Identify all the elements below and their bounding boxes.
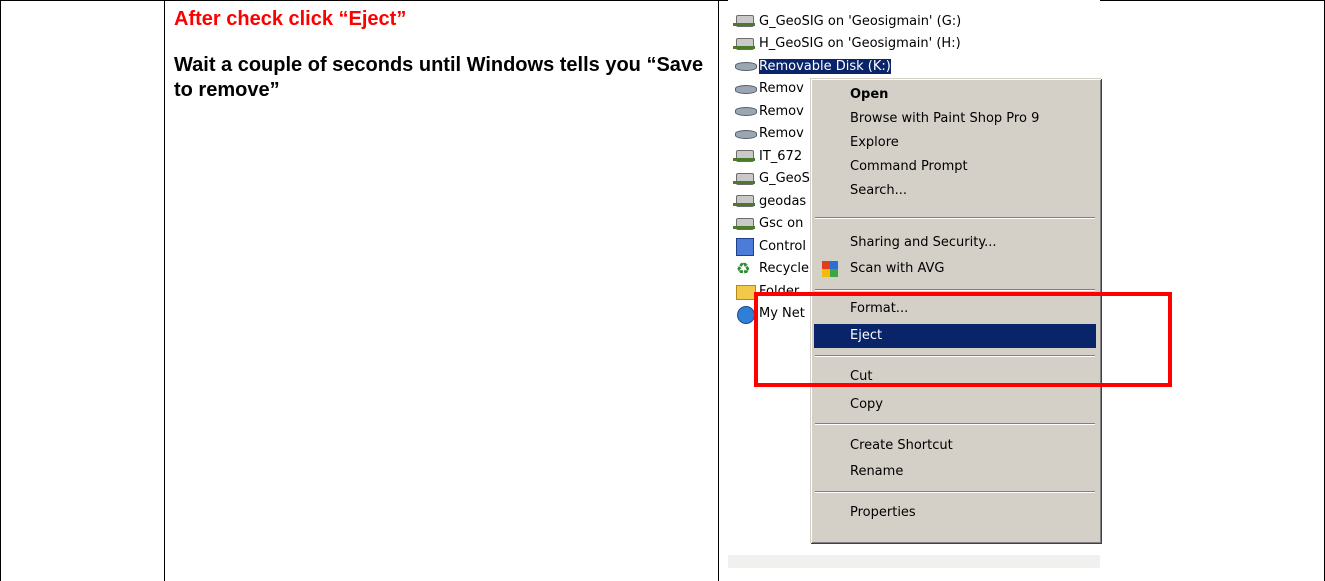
table-border-left — [0, 0, 1, 581]
step-title: After check click “Eject” — [174, 8, 407, 30]
menu-item-scan-avg[interactable]: Scan with AVG — [814, 257, 1096, 281]
menu-item-search[interactable]: Search... — [814, 179, 1096, 203]
table-border-col1 — [164, 0, 165, 581]
list-item-label: geodas — [759, 193, 807, 209]
list-item-label: Remov — [759, 103, 804, 119]
list-item-label: Control — [759, 238, 806, 254]
list-item[interactable]: G_GeoSIG on 'Geosigmain' (G:)N — [728, 10, 1100, 33]
menu-item-open[interactable]: Open — [814, 83, 1096, 107]
control-panel-icon — [733, 238, 757, 257]
instruction-cell: After check click “Eject” Wait a couple … — [174, 8, 714, 103]
removable-disk-icon — [733, 58, 757, 74]
menu-separator — [815, 423, 1095, 425]
screenshot-bottom-bar — [728, 555, 1100, 568]
network-drive-icon — [733, 13, 757, 29]
list-item-label: G_GeoSIG on 'Geosigmain' (G:) — [759, 13, 962, 29]
recycle-bin-icon — [733, 259, 757, 278]
list-item-label: Removable Disk (K:) — [758, 57, 892, 75]
network-drive-icon — [733, 148, 757, 164]
network-drive-icon — [733, 171, 757, 187]
menu-item-sharing-security[interactable]: Sharing and Security... — [814, 231, 1096, 255]
menu-item-copy[interactable]: Copy — [814, 393, 1096, 417]
menu-item-command-prompt[interactable]: Command Prompt — [814, 155, 1096, 179]
removable-disk-icon — [733, 81, 757, 97]
list-item-label: Recycle — [759, 261, 810, 277]
menu-item-create-shortcut[interactable]: Create Shortcut — [814, 434, 1096, 458]
menu-item-properties[interactable]: Properties — [814, 501, 1096, 525]
list-item[interactable]: H_GeoSIG on 'Geosigmain' (H:)N — [728, 33, 1100, 56]
list-item-label: Remov — [759, 81, 804, 97]
list-item-selected[interactable]: Removable Disk (K:)R — [728, 55, 1100, 78]
network-drive-icon — [733, 216, 757, 232]
removable-disk-icon — [733, 103, 757, 119]
menu-item-browse-paint-shop[interactable]: Browse with Paint Shop Pro 9 — [814, 107, 1096, 131]
menu-separator — [815, 491, 1095, 493]
menu-separator — [815, 289, 1095, 291]
table-border-col2 — [718, 0, 719, 581]
menu-separator — [815, 217, 1095, 219]
menu-item-label: Scan with AVG — [850, 261, 945, 276]
removable-disk-icon — [733, 126, 757, 142]
eject-highlight-box — [754, 292, 1172, 387]
list-item-label: Remov — [759, 126, 804, 142]
step-description: Wait a couple of seconds until Windows t… — [174, 54, 704, 101]
menu-item-rename[interactable]: Rename — [814, 460, 1096, 484]
list-item-label: Gsc on — [759, 216, 804, 232]
network-drive-icon — [733, 36, 757, 52]
network-drive-icon — [733, 193, 757, 209]
list-item-label: IT_672 — [759, 148, 803, 164]
list-item-label: G_GeoS — [759, 171, 810, 187]
menu-item-explore[interactable]: Explore — [814, 131, 1096, 155]
avg-icon — [822, 261, 838, 277]
list-item-label: H_GeoSIG on 'Geosigmain' (H:) — [759, 36, 961, 52]
table-top-border — [0, 0, 1325, 1]
